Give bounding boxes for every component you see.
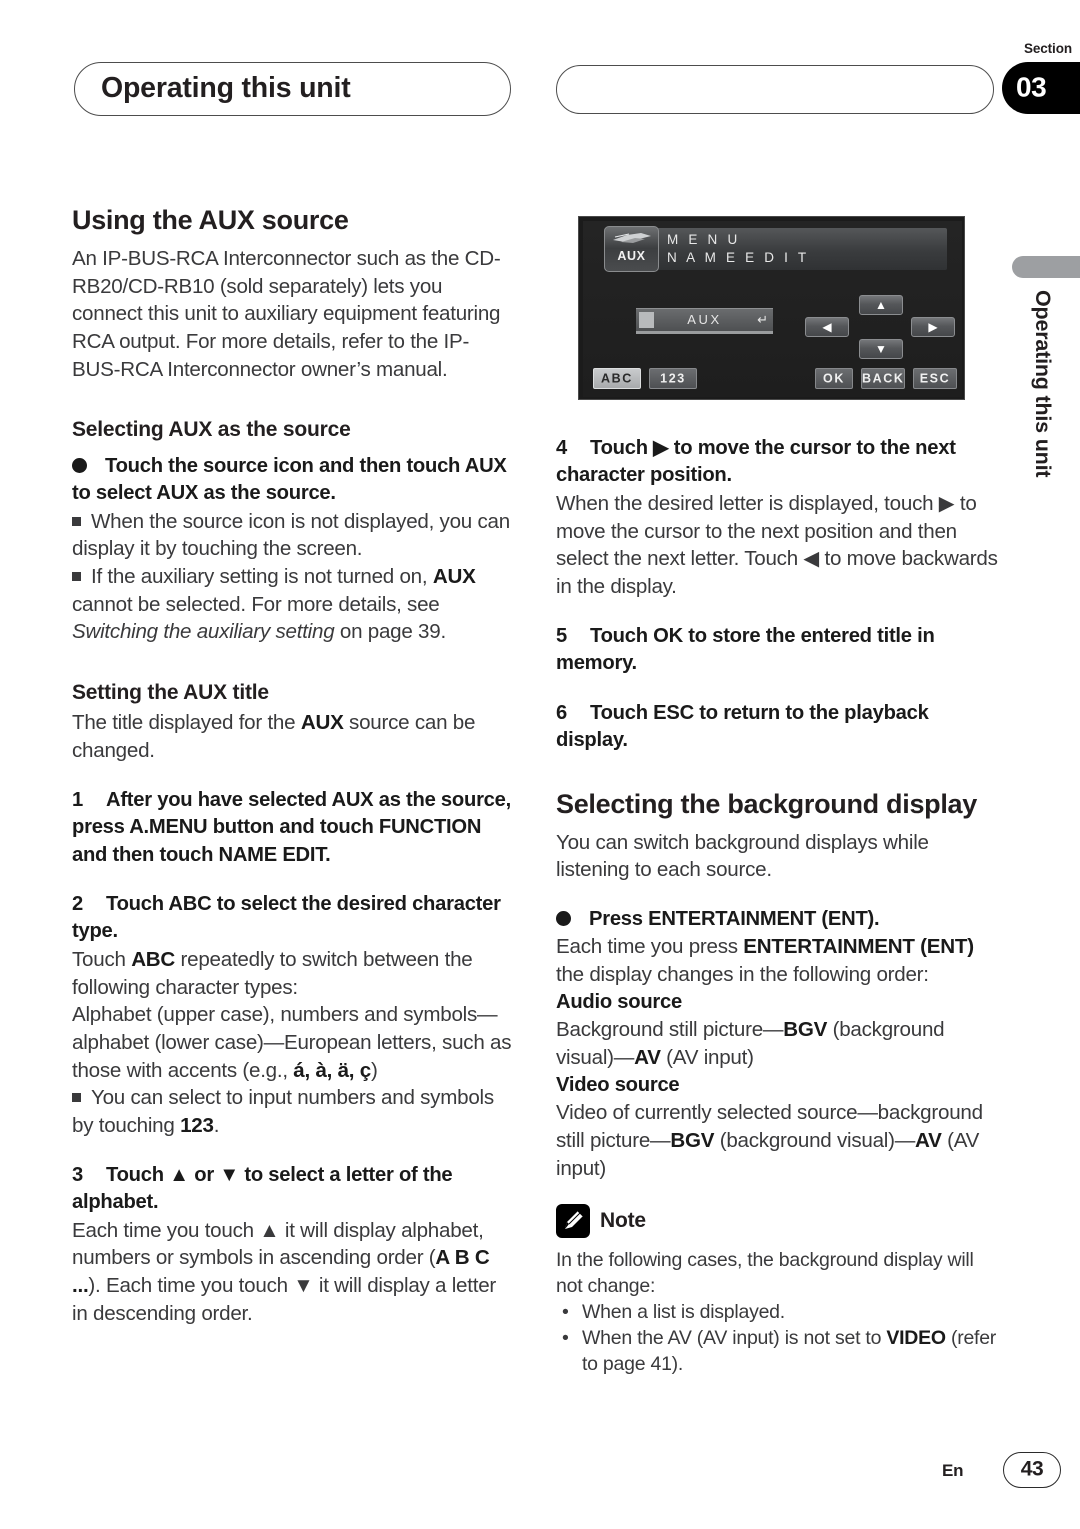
page-header: Operating this unit Section 03 [0,0,1080,130]
aux-emphasis: AUX [300,711,344,735]
note-auxiliary-setting: If the auxiliary setting is not turned o… [72,564,476,644]
footer-page-number: 43 [1020,1457,1044,1481]
step-6-number: 6 [556,701,567,724]
step-4: 4 Touch ▶ to move the cursor to the next … [556,435,1004,490]
step-2-body-touch-abc: Touch ABC repeatedly to switch between t… [72,947,473,999]
step-6: 6 Touch ESC to return to the playback dis… [556,700,1004,755]
note-source-icon-not-displayed: When the source icon is not displayed, y… [72,508,516,563]
paragraph-title-changed: The title displayed for the AUX source c… [72,711,476,762]
cross-reference-title: Switching the auxiliary setting [72,620,335,644]
123-emphasis: 123 [180,1114,214,1138]
step-3-text: Touch ▲ or ▼ to select a letter of the a… [72,1163,453,1214]
note-bullet-2-text: When the AV (AV input) is not set to VID… [582,1326,997,1375]
heading-using-aux-source: Using the AUX source [72,205,349,235]
paragraph-switch-background: You can switch background displays while… [556,830,929,882]
note-bullet-1: • When a list is displayed. [556,1300,1004,1326]
video-source-order: Video of currently selected source—backg… [556,1101,983,1180]
section-number-badge: 03 [1002,62,1080,114]
left-text-column: Using the AUX source An IP-BUS-RCA Inter… [72,205,516,1327]
step-5-number: 5 [556,624,567,647]
round-bullet-icon [72,457,87,473]
step-2: 2 Touch ABC to select the desired charact… [72,891,516,946]
heading-setting-aux-title: Setting the AUX title [72,681,269,705]
label-video-source: Video source [556,1073,680,1096]
bullet-press-entertainment: Press ENTERTAINMENT (ENT). [556,906,1004,933]
bullet-touch-source-icon-text: Touch the source icon and then touch AUX… [72,454,507,505]
step-2-text: Touch ABC to select the desired characte… [72,893,501,943]
bgv-emphasis: BGV [670,1128,715,1152]
bgv-emphasis: BGV [783,1018,828,1042]
heading-selecting-aux: Selecting AUX as the source [72,418,351,442]
section-label: Section [1023,41,1072,56]
step-4-text: Touch ▶ to move the cursor to the next c… [556,437,956,487]
header-blank-pill [556,65,994,114]
av-emphasis: AV [634,1045,661,1069]
paragraph-each-time-press: Each time you press ENTERTAINMENT (ENT) … [556,935,974,987]
step-6-text: Touch ESC to return to the playback disp… [556,701,929,752]
entertainment-emphasis: ENTERTAINMENT (ENT) [743,935,974,959]
label-audio-source: Audio source [556,990,682,1013]
section-number: 03 [1016,71,1047,103]
round-bullet-icon: • [562,1326,569,1349]
page-title-pill: Operating this unit [74,62,511,116]
bullet-press-entertainment-text: Press ENTERTAINMENT (ENT). [589,907,880,930]
av-emphasis: AV [915,1128,942,1152]
footer-page-badge: 43 [1003,1452,1061,1488]
pencil-icon [556,1204,590,1239]
pencil-icon-svg [565,1210,584,1230]
step-3-body: Each time you touch ▲ it will display al… [72,1218,497,1325]
note-header: Note [556,1204,1004,1239]
heading-selecting-background-display: Selecting the background display [556,788,977,819]
note-bullet-2: • When the AV (AV input) is not set to V… [556,1326,1004,1378]
step-3-number: 3 [72,1163,83,1186]
step-2-note-numbers-symbols: You can select to input numbers and symb… [72,1086,494,1138]
bullet-touch-source-icon: Touch the source icon and then touch AUX… [72,453,516,508]
square-bullet-icon [72,1093,81,1103]
step-2-body-character-types: Alphabet (upper case), numbers and symbo… [72,1003,512,1082]
step-4-body: When the desired letter is displayed, to… [556,491,998,598]
accent-examples: á, à, ä, ç [293,1058,371,1082]
step-5: 5 Touch OK to store the entered title in … [556,623,1004,678]
square-bullet-icon [72,571,81,581]
step-5-text: Touch OK to store the entered title in m… [556,624,935,675]
step-1-number: 1 [72,788,83,811]
note-label: Note [600,1209,646,1233]
abc-emphasis: ABC [131,947,176,971]
right-text-column: 4 Touch ▶ to move the cursor to the next … [556,205,1004,1378]
side-tab-marker [1012,256,1080,278]
paragraph-aux-intro: An IP-BUS-RCA Interconnector such as the… [72,247,501,381]
step-3: 3 Touch ▲ or ▼ to select a letter of the … [72,1162,516,1217]
square-bullet-icon [72,516,81,526]
audio-source-order: Background still picture—BGV (background… [556,1018,945,1069]
note-source-icon-text: When the source icon is not displayed, y… [72,509,510,561]
step-1: 1 After you have selected AUX as the sour… [72,787,516,869]
video-emphasis: VIDEO [886,1326,946,1349]
step-2-number: 2 [72,893,83,916]
side-tab-label: Operating this unit [1031,290,1055,478]
round-bullet-icon [556,910,571,926]
step-4-number: 4 [556,437,567,459]
page-title: Operating this unit [101,71,351,104]
footer-language: En [942,1461,964,1480]
note-intro-text: In the following cases, the background d… [556,1249,974,1298]
aux-emphasis: AUX [432,564,476,588]
step-1-text: After you have selected AUX as the sourc… [72,788,511,866]
round-bullet-icon: • [562,1301,569,1324]
note-bullet-1-text: When a list is displayed. [582,1301,785,1324]
